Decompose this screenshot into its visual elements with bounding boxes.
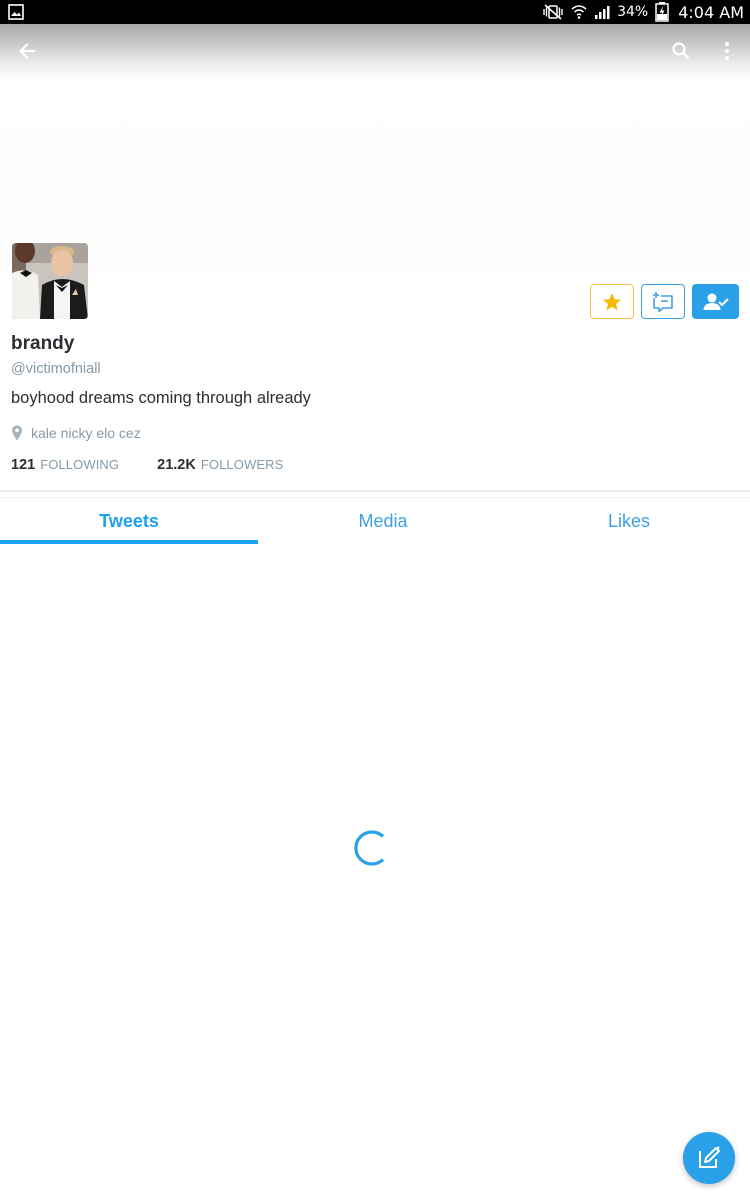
add-to-list-icon <box>653 291 673 312</box>
gallery-icon <box>8 4 24 20</box>
signal-icon <box>595 6 610 19</box>
following-label: FOLLOWING <box>40 457 120 472</box>
profile-name: brandy <box>11 333 75 354</box>
location-text: kale nicky elo cez <box>31 425 141 441</box>
more-vert-icon[interactable] <box>712 36 742 66</box>
battery-percentage: 34% <box>617 4 649 20</box>
following-stat[interactable]: 121 FOLLOWING <box>11 457 119 473</box>
followers-count: 21.2K <box>157 457 196 473</box>
profile-tabs: Tweets Media Likes <box>0 498 750 544</box>
divider <box>0 490 750 492</box>
battery-charging-icon <box>655 2 669 22</box>
followers-label: FOLLOWERS <box>200 457 284 472</box>
profile-stats: 121 FOLLOWING 21.2K FOLLOWERS <box>11 457 283 473</box>
avatar[interactable] <box>10 241 90 321</box>
star-icon <box>603 292 621 310</box>
search-icon[interactable] <box>666 36 696 66</box>
back-arrow-icon[interactable] <box>12 36 42 66</box>
following-button[interactable] <box>692 284 739 319</box>
clock: 4:04 AM <box>678 2 744 22</box>
avatar-image <box>12 243 88 319</box>
status-icons: 34% 4:04 AM <box>542 0 744 24</box>
app-bar <box>0 24 750 80</box>
profile-location: kale nicky elo cez <box>11 425 141 441</box>
loading-spinner-icon <box>354 830 385 866</box>
tab-likes[interactable]: Likes <box>508 498 750 544</box>
compose-tweet-icon <box>699 1146 720 1168</box>
tab-tweets[interactable]: Tweets <box>0 498 258 544</box>
followers-stat[interactable]: 21.2K FOLLOWERS <box>157 457 283 473</box>
status-bar: 34% 4:04 AM <box>0 0 750 24</box>
profile-bio: boyhood dreams coming through already <box>11 389 311 407</box>
location-pin-icon <box>12 425 22 441</box>
mute-vibrate-icon <box>543 4 563 20</box>
wifi-icon <box>571 5 587 19</box>
profile-banner <box>0 80 750 270</box>
compose-tweet-button[interactable] <box>683 1132 735 1184</box>
add-to-list-button[interactable] <box>641 284 685 319</box>
profile-handle: @victimofniall <box>11 361 101 377</box>
following-count: 121 <box>11 457 36 473</box>
favorite-button[interactable] <box>590 284 634 319</box>
following-check-icon <box>703 293 729 310</box>
tab-media[interactable]: Media <box>258 498 508 544</box>
